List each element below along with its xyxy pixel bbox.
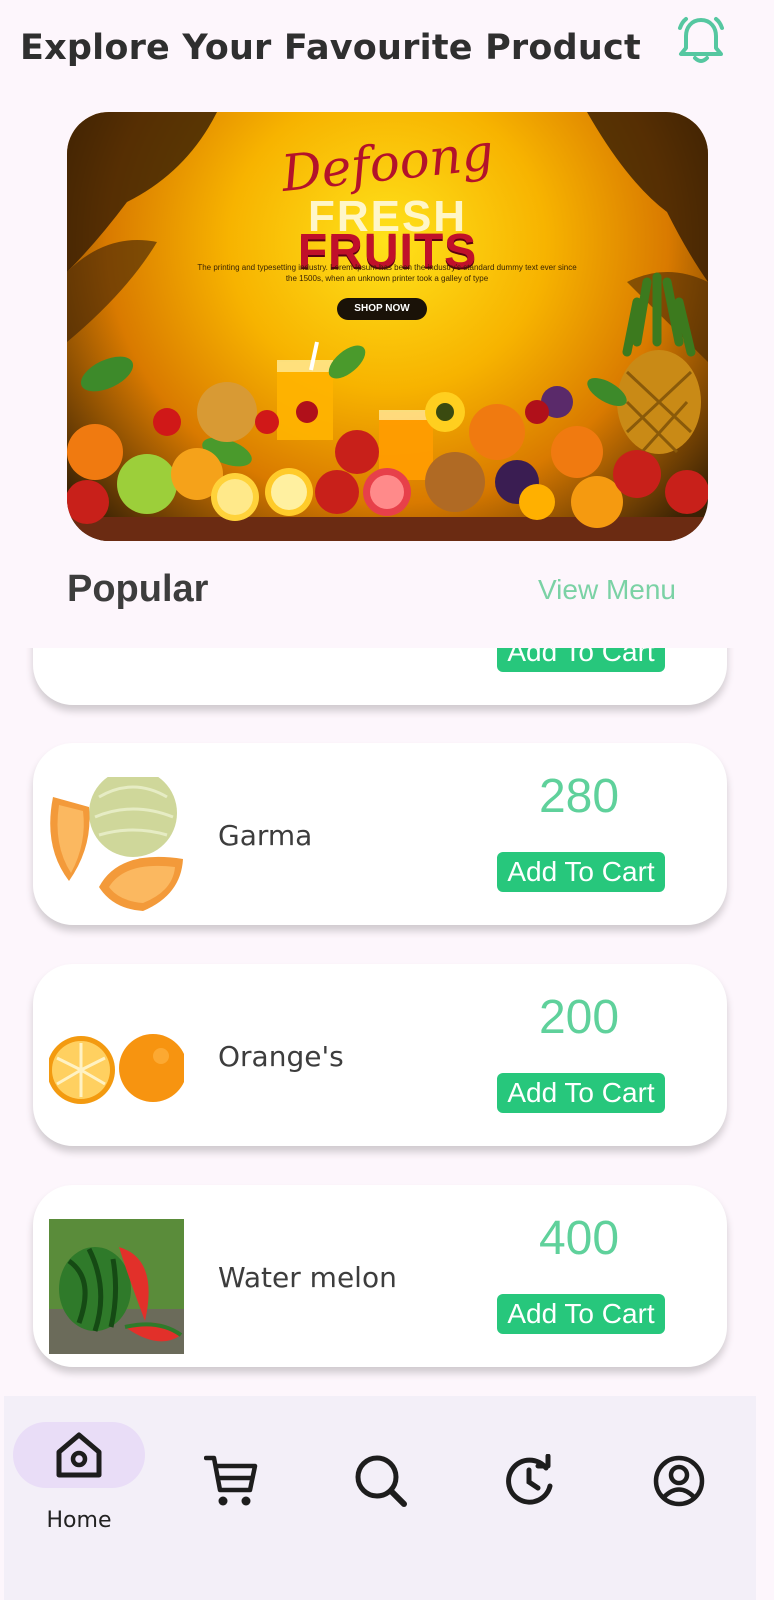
nav-item-home[interactable]: Home — [4, 1396, 145, 1600]
promo-banner[interactable]: Defoong FRESH FRUITS The printing and ty… — [67, 112, 708, 541]
nav-item-search[interactable] — [304, 1396, 444, 1600]
nav-item-cart[interactable] — [154, 1396, 294, 1600]
view-menu-link[interactable]: View Menu — [538, 574, 676, 606]
product-price: 400 — [538, 1212, 620, 1265]
history-icon — [502, 1453, 556, 1508]
add-to-cart-button[interactable]: Add To Cart — [497, 1294, 665, 1334]
product-card[interactable]: Water melon 400 Add To Cart — [33, 1185, 727, 1367]
cart-icon — [203, 1454, 258, 1508]
nav-item-history[interactable] — [452, 1396, 592, 1600]
page-title: Explore Your Favourite Product — [20, 28, 641, 68]
banner-description: The printing and typesetting industry. L… — [197, 263, 577, 283]
product-price: 200 — [538, 991, 620, 1044]
section-title: Popular — [67, 568, 209, 610]
bell-icon[interactable] — [676, 14, 726, 66]
product-name: Water melon — [218, 1261, 397, 1294]
product-price: 280 — [538, 770, 620, 823]
product-name: Garma — [218, 819, 313, 852]
product-image-watermelon — [49, 1219, 184, 1354]
bottom-nav: Home — [4, 1396, 756, 1600]
profile-icon — [652, 1454, 706, 1508]
product-image-orange-slice — [49, 648, 184, 743]
add-to-cart-button[interactable]: Add To Cart — [497, 648, 665, 672]
add-to-cart-button[interactable]: Add To Cart — [497, 852, 665, 892]
product-list[interactable]: Add To Cart Garma 280 Add To Cart Orange… — [0, 648, 774, 1394]
product-card[interactable]: Add To Cart — [33, 648, 727, 705]
product-card[interactable]: Garma 280 Add To Cart — [33, 743, 727, 925]
add-to-cart-button[interactable]: Add To Cart — [497, 1073, 665, 1113]
product-image-orange — [47, 998, 187, 1133]
product-card[interactable]: Orange's 200 Add To Cart — [33, 964, 727, 1146]
nav-label-home: Home — [46, 1508, 112, 1533]
product-image-melon — [49, 769, 184, 912]
product-name: Orange's — [218, 1040, 344, 1073]
shop-now-button[interactable]: SHOP NOW — [337, 298, 427, 320]
search-icon — [354, 1454, 408, 1508]
home-icon — [52, 1428, 106, 1482]
nav-item-profile[interactable] — [602, 1396, 742, 1600]
